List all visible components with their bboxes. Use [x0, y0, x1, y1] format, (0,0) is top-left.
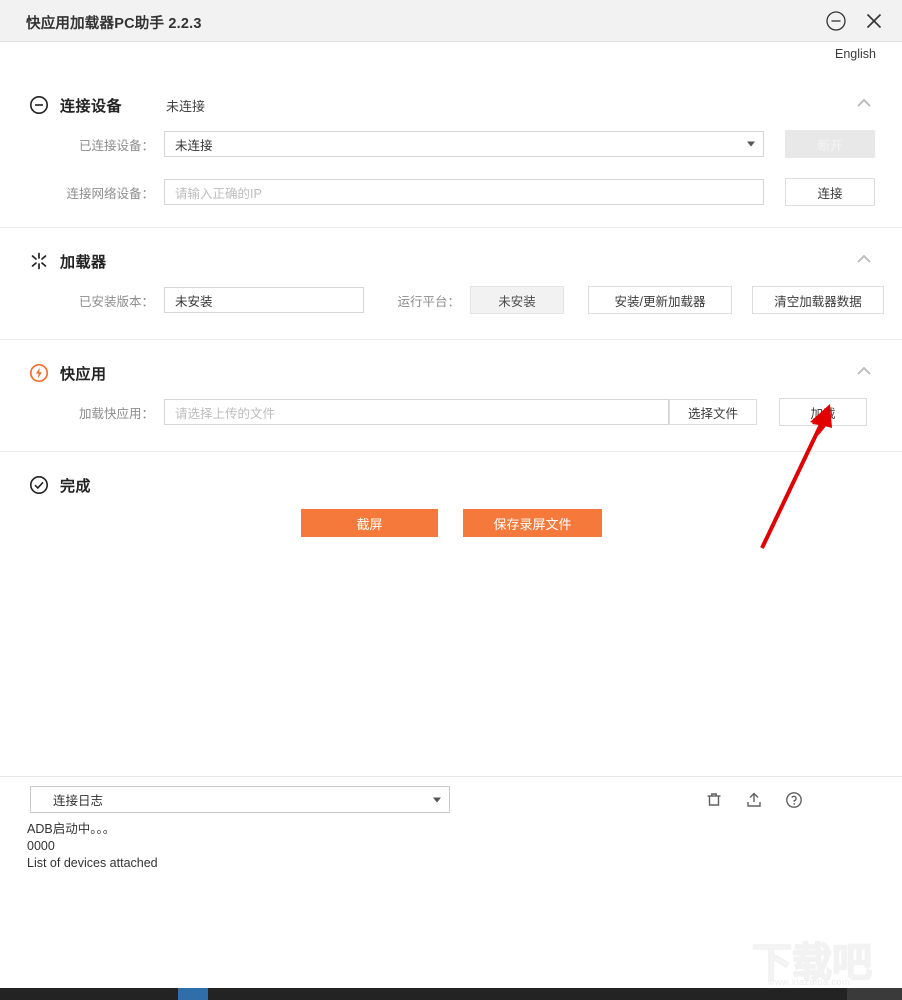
load-button[interactable]: 加载	[779, 398, 867, 426]
install-update-loader-button[interactable]: 安装/更新加载器	[588, 286, 732, 314]
section-quickapp: 快应用 加载快应用： 请选择上传的文件 选择文件 加载	[0, 340, 902, 452]
network-device-label: 连接网络设备：	[66, 186, 154, 201]
os-taskbar	[0, 988, 902, 1000]
connect-device-title: 连接设备	[60, 97, 123, 115]
language-link[interactable]: English	[835, 47, 876, 61]
loader-collapse-toggle[interactable]	[854, 250, 876, 272]
connected-device-label: 已连接设备：	[78, 138, 154, 153]
section-finish: 完成 截屏 保存录屏文件	[0, 452, 902, 777]
clear-loader-data-button[interactable]: 清空加载器数据	[752, 286, 884, 314]
quickapp-file-input[interactable]: 请选择上传的文件	[164, 399, 669, 425]
platform-label: 运行平台：	[397, 294, 460, 309]
finish-header: 完成	[28, 474, 91, 496]
platform-value: 未安装	[470, 286, 564, 314]
connected-device-row: 已连接设备： 未连接 断开	[50, 130, 875, 158]
trash-icon[interactable]	[705, 791, 723, 809]
taskbar-tray[interactable]	[847, 988, 902, 1000]
upload-icon[interactable]	[745, 791, 763, 809]
minimize-button[interactable]	[823, 8, 849, 34]
connected-device-select[interactable]: 未连接	[164, 131, 764, 157]
load-quickapp-label: 加载快应用：	[78, 406, 154, 421]
chevron-down-icon	[433, 797, 441, 802]
log-line: ADB启动中。。。	[27, 822, 116, 836]
chevron-up-icon	[857, 366, 871, 375]
loader-header: 加载器	[28, 250, 107, 272]
network-device-row: 连接网络设备： 请输入正确的IP 连接	[50, 178, 875, 206]
app-window: 快应用加载器PC助手 2.2.3 English 连接设备 未连接 已连接设备：…	[0, 0, 902, 1000]
section-connect-device: 连接设备 未连接 已连接设备： 未连接 断开 连接网络设备： 请输入正确的IP …	[0, 72, 902, 228]
taskbar-app-icon[interactable]	[178, 988, 208, 1000]
installed-version-value: 未安装	[164, 287, 364, 313]
close-button[interactable]	[861, 8, 887, 34]
chevron-up-icon	[857, 254, 871, 263]
log-type-value: 连接日志	[53, 794, 104, 808]
spark-icon	[28, 250, 50, 272]
loader-version-row: 已安装版本： 未安装 运行平台： 未安装 安装/更新加载器 清空加载器数据	[50, 286, 884, 314]
quickapp-collapse-toggle[interactable]	[854, 362, 876, 384]
log-line: 0000	[27, 839, 55, 853]
choose-file-button[interactable]: 选择文件	[669, 399, 757, 425]
log-output: ADB启动中。。。 0000 List of devices attached	[27, 821, 158, 872]
connect-device-collapse-toggle[interactable]	[854, 94, 876, 116]
title-bar: 快应用加载器PC助手 2.2.3	[0, 0, 902, 42]
screenshot-button[interactable]: 截屏	[301, 509, 438, 537]
check-circle-icon	[28, 474, 50, 496]
installed-version-label: 已安装版本：	[78, 294, 154, 309]
watermark-url: www.xiazaiba.com	[768, 977, 851, 987]
log-type-select[interactable]: 连接日志	[30, 786, 450, 813]
finish-title: 完成	[60, 477, 92, 495]
disconnect-button: 断开	[785, 130, 875, 158]
connect-device-header: 连接设备 未连接	[28, 94, 205, 116]
section-loader: 加载器 已安装版本： 未安装 运行平台： 未安装 安装/更新加载器 清空加载器数…	[0, 228, 902, 340]
quickapp-title: 快应用	[60, 365, 107, 383]
chevron-up-icon	[857, 98, 871, 107]
log-toolbar	[705, 791, 803, 809]
quickapp-bolt-icon	[28, 362, 50, 384]
connect-device-status: 未连接	[166, 98, 206, 114]
help-circle-icon[interactable]	[785, 791, 803, 809]
loader-title: 加载器	[60, 253, 107, 271]
finish-actions-row: 截屏 保存录屏文件	[301, 509, 602, 537]
save-recording-button[interactable]: 保存录屏文件	[463, 509, 602, 537]
connect-button[interactable]: 连接	[785, 178, 875, 206]
close-icon	[866, 13, 882, 29]
connected-device-value: 未连接	[175, 138, 213, 153]
circle-minus-icon	[826, 11, 846, 31]
quickapp-load-row: 加载快应用： 请选择上传的文件 选择文件 加载	[50, 398, 867, 426]
circle-minus-icon	[28, 94, 50, 116]
quickapp-header: 快应用	[28, 362, 107, 384]
log-line: List of devices attached	[27, 856, 158, 870]
chevron-down-icon	[747, 141, 755, 147]
window-title: 快应用加载器PC助手 2.2.3	[26, 16, 202, 32]
network-device-input[interactable]: 请输入正确的IP	[164, 179, 764, 205]
